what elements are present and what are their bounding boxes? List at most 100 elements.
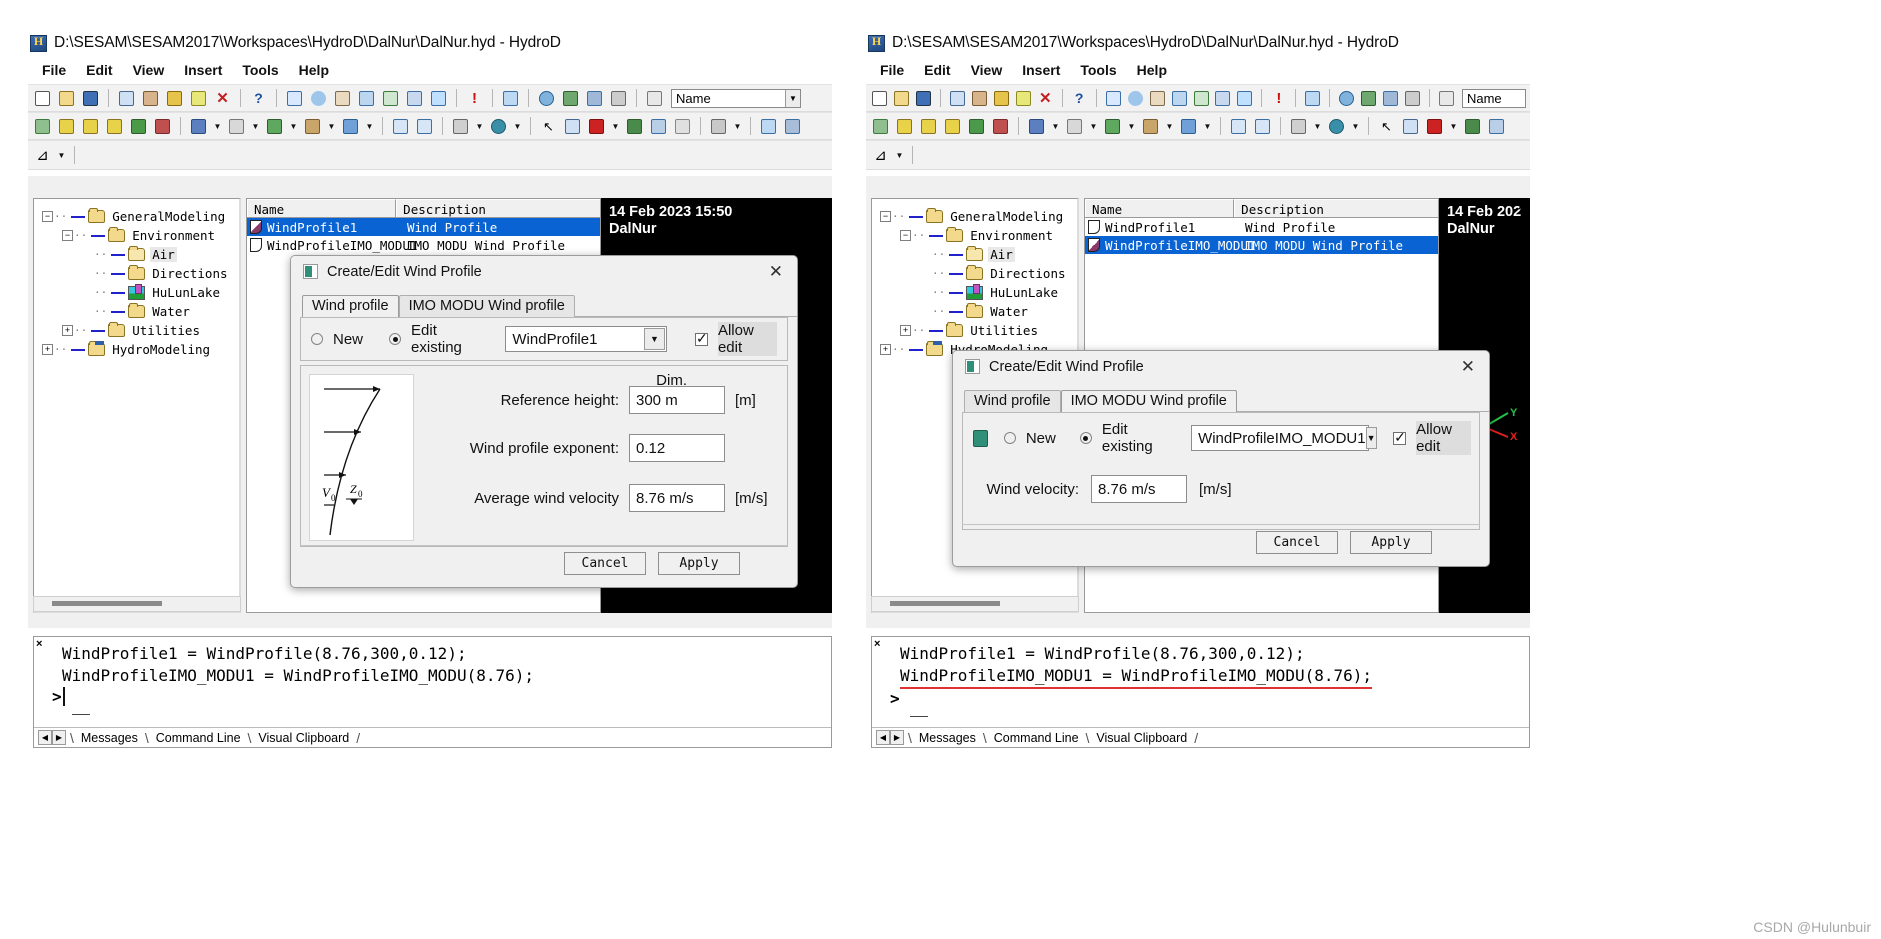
tree-item-water[interactable]: ·· Water — [38, 302, 235, 321]
hidden-line-icon[interactable] — [672, 116, 693, 137]
menu-file[interactable]: File — [42, 62, 66, 78]
close-icon[interactable]: ✕ — [1455, 358, 1481, 375]
radio-new[interactable] — [1003, 432, 1016, 444]
person-icon[interactable] — [308, 88, 329, 109]
wireframe-icon[interactable] — [648, 116, 669, 137]
node-select-icon[interactable] — [1400, 116, 1421, 137]
grid-icon[interactable] — [1228, 116, 1249, 137]
new-file-icon[interactable] — [870, 88, 889, 109]
chevron-down-icon[interactable]: ▼ — [1164, 116, 1175, 137]
table-icon-2[interactable] — [990, 116, 1011, 137]
delete-icon[interactable] — [992, 88, 1011, 109]
allow-edit-checkbox[interactable] — [1393, 429, 1407, 446]
chevron-down-icon[interactable]: ▼ — [1448, 116, 1459, 137]
cursor-arrow-icon[interactable]: ↖ — [1376, 116, 1397, 137]
cursor-arrow-icon[interactable]: ↖ — [538, 116, 559, 137]
chevron-down-icon[interactable]: ▼ — [326, 116, 337, 137]
render-icon[interactable] — [1462, 116, 1483, 137]
tree-item-hulunlake[interactable]: ·· HuLunLake — [38, 283, 235, 302]
profile-select[interactable]: WindProfileIMO_MODU1 ▼ — [1191, 425, 1377, 451]
copy-icon[interactable] — [948, 88, 967, 109]
tree-item-generalmodeling[interactable]: − ·· GeneralModeling — [876, 207, 1073, 226]
chevron-down-icon[interactable]: ▼ — [1126, 116, 1137, 137]
tree-expander-icon[interactable]: + — [42, 344, 53, 355]
apply-button[interactable]: Apply — [1350, 531, 1432, 554]
paste-icon[interactable] — [970, 88, 989, 109]
tree-horizontal-scrollbar[interactable] — [871, 596, 1079, 612]
color-icon[interactable] — [340, 116, 361, 137]
menu-view[interactable]: View — [971, 62, 1003, 78]
command-pane-close-icon[interactable]: × — [36, 638, 42, 650]
zoom-window-icon[interactable] — [1192, 88, 1211, 109]
menu-help[interactable]: Help — [1137, 62, 1167, 78]
hourglass-icon[interactable] — [1288, 116, 1309, 137]
column-header-description[interactable]: Description — [1234, 199, 1438, 217]
mesh-icon-3[interactable] — [104, 116, 125, 137]
chevron-down-icon[interactable]: ▼ — [732, 116, 743, 137]
zoom-window-icon[interactable] — [380, 88, 401, 109]
wand-icon[interactable] — [500, 88, 521, 109]
viewport-close-icon[interactable]: × — [819, 199, 827, 214]
palette-icon[interactable] — [488, 116, 509, 137]
menu-file[interactable]: File — [880, 62, 904, 78]
hourglass-icon[interactable] — [450, 116, 471, 137]
render-icon[interactable] — [624, 116, 645, 137]
environment-icon[interactable] — [1359, 88, 1378, 109]
tree-expander-icon[interactable]: − — [42, 211, 53, 222]
wireframe-icon[interactable] — [1486, 116, 1507, 137]
tab-visual-clipboard[interactable]: Visual Clipboard — [1089, 731, 1194, 745]
zoom-fit-icon[interactable] — [404, 88, 425, 109]
surface-icon[interactable] — [264, 116, 285, 137]
palette-icon[interactable] — [1326, 116, 1347, 137]
tree-expander-icon[interactable]: − — [880, 211, 891, 222]
tree-item-environment[interactable]: − ·· Environment — [876, 226, 1073, 245]
tab-wind-profile[interactable]: Wind profile — [302, 295, 399, 317]
tab-wind-profile[interactable]: Wind profile — [964, 390, 1061, 412]
save-file-icon[interactable] — [80, 88, 101, 109]
tab-scroll-left-icon[interactable]: ◀ — [876, 730, 890, 745]
model-icon[interactable] — [32, 116, 53, 137]
cancel-button[interactable]: Cancel — [1256, 531, 1338, 554]
save-file-icon[interactable] — [914, 88, 933, 109]
model-tree-pane[interactable]: − ·· GeneralModeling − ·· Environment ·· Air ·· D… — [33, 198, 241, 613]
tree-item-air[interactable]: ·· Air — [876, 245, 1073, 264]
chevron-down-icon[interactable]: ▼ — [288, 116, 299, 137]
tree-horizontal-scrollbar[interactable] — [33, 596, 241, 612]
open-file-icon[interactable] — [892, 88, 911, 109]
command-pane-close-icon[interactable]: × — [874, 638, 880, 650]
help-question-icon[interactable]: ? — [1070, 88, 1089, 109]
close-red-x-icon[interactable]: ✕ — [212, 88, 233, 109]
model-icon[interactable] — [870, 116, 891, 137]
wand-icon[interactable] — [1303, 88, 1322, 109]
name-combo[interactable]: Name ▼ — [671, 88, 801, 108]
table-icon-1[interactable] — [128, 116, 149, 137]
open-file-icon[interactable] — [56, 88, 77, 109]
graph-tool-icon[interactable]: ⊿ — [32, 145, 53, 166]
table-row[interactable]: WindProfile1 Wind Profile — [1085, 218, 1438, 236]
wind-velocity-input[interactable]: 8.76 m/s — [1091, 475, 1187, 503]
table-icon-1[interactable] — [966, 116, 987, 137]
tab-imo-modu-wind-profile[interactable]: IMO MODU Wind profile — [398, 295, 575, 317]
tree-item-hydromodeling[interactable]: +·· HydroModeling — [38, 340, 235, 359]
chevron-down-icon[interactable]: ▼ — [1312, 116, 1323, 137]
menu-edit[interactable]: Edit — [86, 62, 112, 78]
tree-item-environment[interactable]: − ·· Environment — [38, 226, 235, 245]
command-line-pane-right[interactable]: × WindProfile1 = WindProfile(8.76,300,0.… — [871, 636, 1530, 748]
zoom-fit-icon[interactable] — [1214, 88, 1233, 109]
copy-icon[interactable] — [116, 88, 137, 109]
create-edit-wind-profile-dialog-right[interactable]: Create/Edit Wind Profile ✕ Wind profile … — [952, 350, 1490, 567]
warning-icon[interactable]: ! — [1269, 88, 1288, 109]
delete-icon[interactable] — [164, 88, 185, 109]
help-question-icon[interactable]: ? — [248, 88, 269, 109]
measure-icon[interactable] — [356, 88, 377, 109]
chevron-down-icon[interactable]: ▼ — [56, 145, 67, 166]
column-header-name[interactable]: Name — [247, 199, 397, 217]
pan-hand-icon[interactable] — [1148, 88, 1167, 109]
viewport-close-icon[interactable]: × — [1517, 199, 1525, 214]
annotate-icon[interactable] — [284, 88, 305, 109]
warning-icon[interactable]: ! — [464, 88, 485, 109]
chevron-down-icon[interactable]: ▼ — [894, 145, 905, 166]
measure-icon[interactable] — [1170, 88, 1189, 109]
tab-command-line[interactable]: Command Line — [149, 731, 248, 745]
menu-insert[interactable]: Insert — [1022, 62, 1060, 78]
